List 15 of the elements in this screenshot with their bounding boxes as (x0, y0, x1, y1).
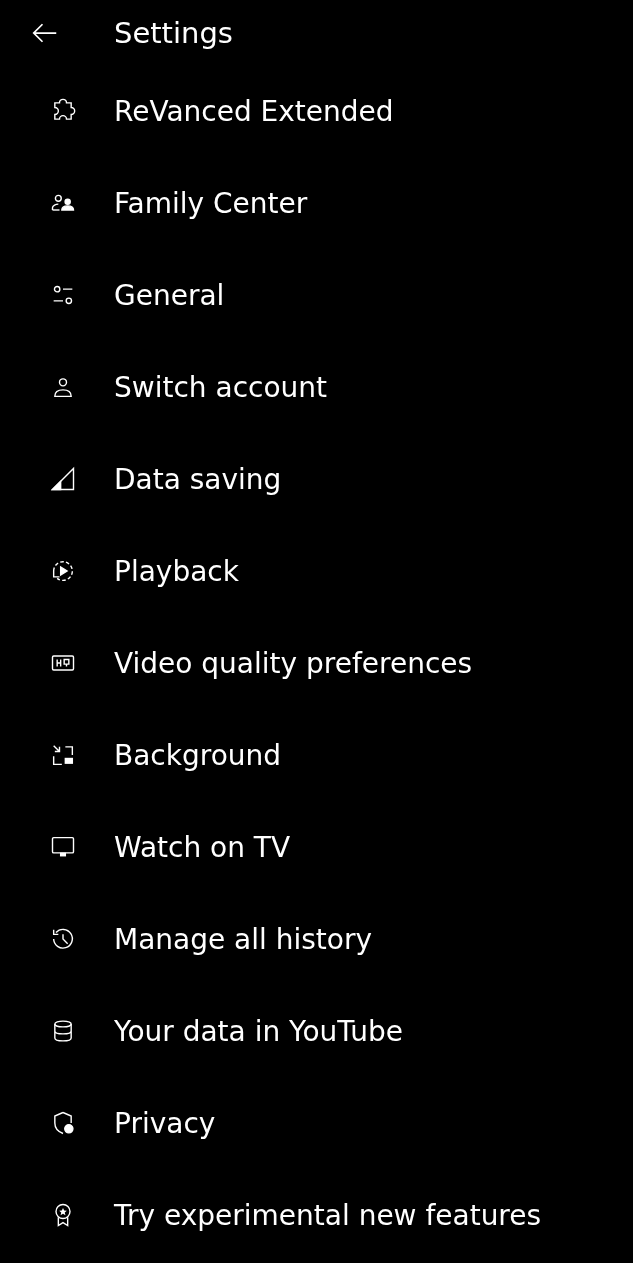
settings-item[interactable]: Family Center (0, 157, 633, 249)
settings-item[interactable]: Manage all history (0, 893, 633, 985)
settings-item[interactable]: Playback (0, 525, 633, 617)
settings-item[interactable]: Background (0, 709, 633, 801)
signal-icon (49, 465, 77, 493)
settings-item[interactable]: Your data in YouTube (0, 985, 633, 1077)
settings-item[interactable]: Switch account (0, 341, 633, 433)
settings-item[interactable]: General (0, 249, 633, 341)
settings-item[interactable]: Try experimental new features (0, 1169, 633, 1261)
settings-item[interactable]: ReVanced Extended (0, 65, 633, 157)
screen-title: Settings (114, 15, 233, 50)
settings-item[interactable]: Watch on TV (0, 801, 633, 893)
settings-item[interactable]: Privacy (0, 1077, 633, 1169)
settings-item[interactable]: Data saving (0, 433, 633, 525)
settings-item[interactable]: Video quality preferences (0, 617, 633, 709)
